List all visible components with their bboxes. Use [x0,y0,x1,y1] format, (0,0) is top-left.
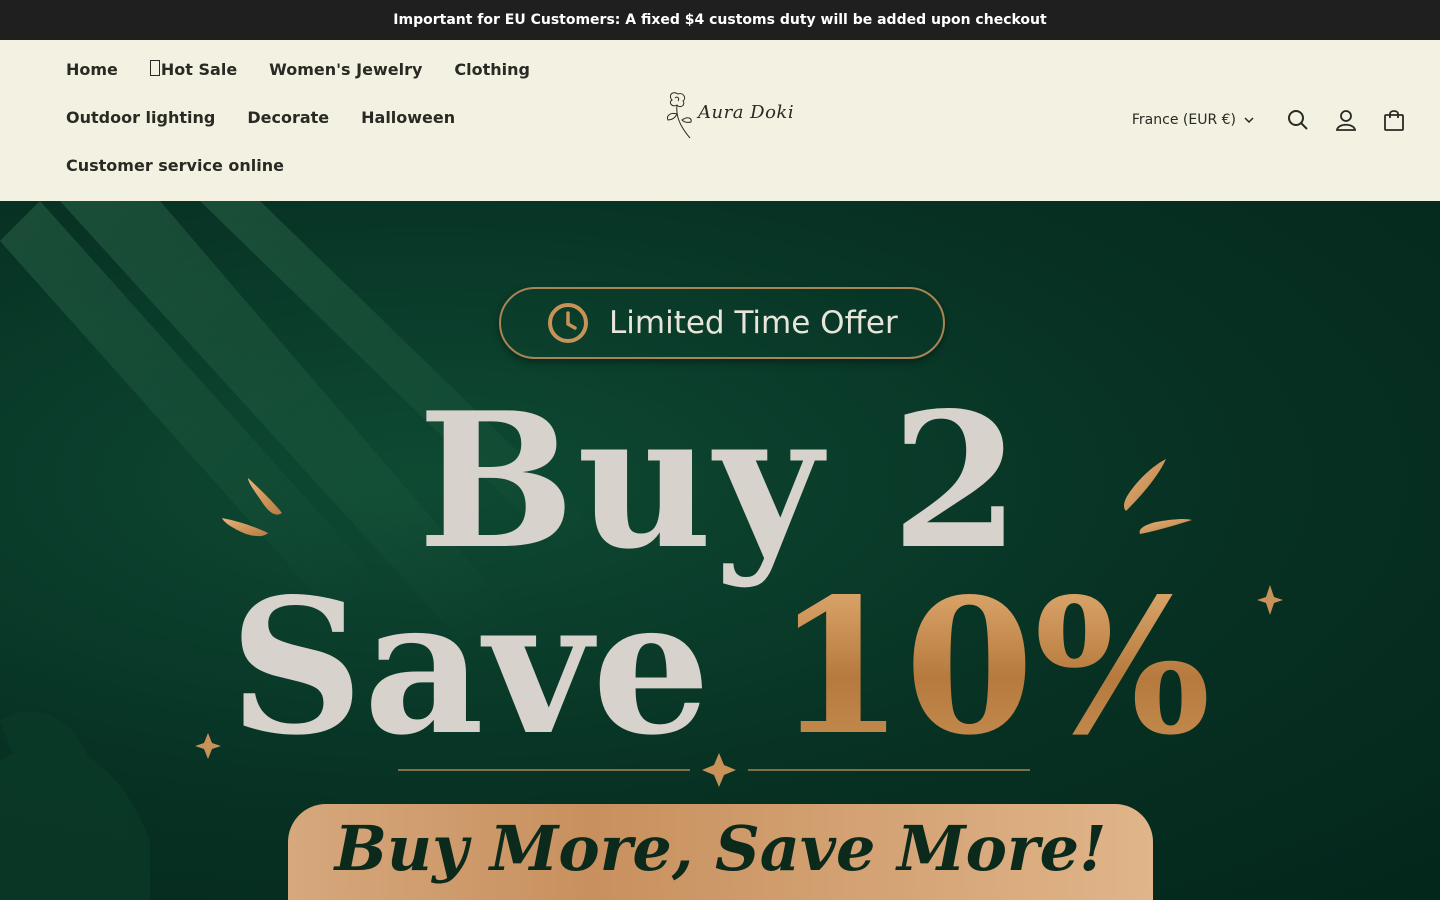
nav-item-halloween[interactable]: Halloween [345,98,471,146]
nav-item-customer-service[interactable]: Customer service online [50,146,300,194]
nav-item-womens-jewelry[interactable]: Women's Jewelry [253,50,438,98]
headline-save: Save [229,557,711,776]
nav-item-hot-sale-label: Hot Sale [160,60,238,79]
announcement-text: Important for EU Customers: A fixed $4 c… [393,12,1047,28]
search-icon [1288,110,1308,130]
country-selector-label: France (EUR €) [1131,112,1236,128]
hot-sale-glyph-icon [149,60,160,76]
site-header: Home Hot Sale Women's Jewelry Clothing O… [0,40,1440,201]
nav-item-decorate[interactable]: Decorate [231,98,345,146]
hero-banner[interactable]: Limited Time Offer Buy 2 Save 10% Buy Mo… [0,201,1440,900]
account-button[interactable] [1322,100,1370,140]
buy-more-save-more-button[interactable]: Buy More, Save More! [288,804,1153,900]
main-nav: Home Hot Sale Women's Jewelry Clothing O… [50,50,610,194]
cart-icon [1384,110,1404,131]
nav-item-clothing[interactable]: Clothing [438,50,546,98]
headline-save-10: Save 10% [0,557,1440,776]
account-icon [1335,110,1357,131]
search-button[interactable] [1274,100,1322,140]
clock-icon [548,303,588,343]
cta-label: Buy More, Save More! [334,812,1107,885]
nav-item-outdoor-lighting[interactable]: Outdoor lighting [50,98,231,146]
headline-percent: 10% [775,557,1211,776]
site-logo[interactable]: Aura Doki [660,86,800,146]
announcement-bar: Important for EU Customers: A fixed $4 c… [0,0,1440,40]
cart-button[interactable] [1370,100,1418,140]
header-tools: France (EUR €) [1132,100,1418,140]
chevron-down-icon [1244,117,1254,123]
country-selector[interactable]: France (EUR €) [1132,112,1254,128]
nav-item-hot-sale[interactable]: Hot Sale [134,50,253,98]
logo-text: Aura Doki [698,102,795,123]
limited-offer-badge: Limited Time Offer [499,287,945,359]
offer-badge-label: Limited Time Offer [609,305,898,341]
nav-item-home[interactable]: Home [50,50,134,98]
